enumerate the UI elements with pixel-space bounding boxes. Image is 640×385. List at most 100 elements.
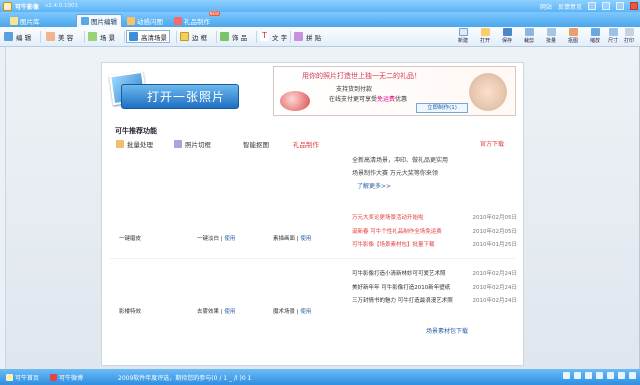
cutout-button[interactable]: 抠图 xyxy=(562,28,584,46)
face-icon xyxy=(46,32,55,41)
tool-edit[interactable]: 编 辑 xyxy=(4,30,31,43)
news-ticker[interactable]: 2009软件年度评选，期待您的参与(0 / 1 _ /l )0 1 xyxy=(118,373,251,382)
home-icon xyxy=(6,374,13,381)
intro-line-2: 场景制作大赛 万元大奖等你来领 xyxy=(352,170,438,177)
close-button[interactable] xyxy=(630,2,638,10)
status-bar: 可牛首页 可牛微博 2009软件年度评选，期待您的参与(0 / 1 _ /l )… xyxy=(0,369,640,385)
tool-collage[interactable]: 拼 贴 xyxy=(294,30,321,43)
app-name: 可牛影像 xyxy=(15,3,40,11)
open-photo-label: 打开一张照片 xyxy=(121,84,239,109)
tool-hd-scene[interactable]: 高清场景 xyxy=(126,30,170,43)
news-item[interactable]: 诞新春 可牛个性礼品制作全场免运费 2010年02月05日 xyxy=(352,227,517,235)
title-bar: 可牛影像 v2.4.0.1001 网站 反馈意见 xyxy=(0,0,640,12)
maximize-button[interactable] xyxy=(616,2,624,10)
minimize-button[interactable] xyxy=(602,2,610,10)
save-icon xyxy=(502,28,512,36)
tab-gift[interactable]: 礼品制作 NEW xyxy=(170,11,220,27)
dehaze-effect: 去雾效果 | 使用 xyxy=(197,309,236,315)
cake-image xyxy=(280,91,310,111)
new-icon xyxy=(458,28,468,36)
batch-button[interactable]: 批量 xyxy=(540,28,562,46)
scene-pack-download-link[interactable]: 场景素材包下载 xyxy=(426,326,468,335)
feature-frame[interactable]: 照片切框 xyxy=(174,139,211,149)
sketch-effect: 素描画面 | 使用 xyxy=(273,236,312,242)
edit-icon xyxy=(4,32,13,41)
print-icon xyxy=(624,28,634,36)
compare-icon[interactable] xyxy=(607,372,614,379)
text-icon: T xyxy=(260,32,269,41)
resize-icon xyxy=(590,28,600,36)
rotate-left-icon[interactable] xyxy=(585,372,592,379)
tab-edit[interactable]: 图片编辑 xyxy=(76,14,122,27)
use-link[interactable]: 使用 xyxy=(224,309,235,315)
news-item[interactable]: 可牛影像打造小清新林妙可可爱艺术照 2010年02月24日 xyxy=(352,269,517,277)
use-link[interactable]: 使用 xyxy=(300,309,311,315)
skin-icon[interactable] xyxy=(588,2,596,10)
cutout-icon xyxy=(568,28,578,36)
gift-banner[interactable]: 用你的照片打造世上独一无二的礼品！ 支持货到付款 在线支付更可享受免运费优惠 立… xyxy=(273,66,516,116)
scene-icon xyxy=(88,32,97,41)
recommend-title: 可牛推荐功能 xyxy=(115,127,157,135)
one-click-white: 一键淡白 | 使用 xyxy=(197,236,236,242)
zoom-fit-icon[interactable] xyxy=(563,372,570,379)
learn-more-link[interactable]: 了解更多>> xyxy=(357,181,391,190)
baby-photo xyxy=(469,73,507,111)
new-badge: NEW xyxy=(208,11,220,16)
use-link[interactable]: 使用 xyxy=(224,236,235,242)
open-button[interactable]: 打开 xyxy=(474,28,496,46)
flash-icon xyxy=(127,16,135,25)
news-item[interactable]: 美好新年年 可牛影像打造2010新年壁纸 2010年02月24日 xyxy=(352,283,517,291)
collage-icon xyxy=(294,32,303,41)
intro-line-1: 全新高清场景，冲印、做礼品更实用 xyxy=(352,157,449,164)
left-scrollbar[interactable] xyxy=(0,47,6,369)
magic-scene: 魔术场景 | 使用 xyxy=(273,309,312,315)
make-now-button[interactable]: 立即制作(1) xyxy=(416,103,468,113)
tool-beauty[interactable]: 美 容 xyxy=(46,30,73,43)
delete-icon[interactable] xyxy=(629,372,636,379)
frame-feature-icon xyxy=(174,139,182,148)
website-link[interactable]: 网站 xyxy=(540,2,552,11)
frame-icon xyxy=(180,32,189,41)
main-tabs: 图片库 图片编辑 动感闪图 礼品制作 NEW xyxy=(0,11,640,27)
accessory-icon xyxy=(220,32,229,41)
official-download-link[interactable]: 官方下载 xyxy=(480,139,504,148)
size-icon xyxy=(608,28,618,36)
batch-feature-icon xyxy=(116,139,124,148)
app-version: v2.4.0.1001 xyxy=(45,3,79,9)
save-button[interactable]: 保存 xyxy=(496,28,518,46)
news-item[interactable]: 万元大奖论更场景活动开始啦 2010年02月05日 xyxy=(352,213,517,221)
fullscreen-icon[interactable] xyxy=(618,372,625,379)
open-folder-icon xyxy=(480,28,490,36)
rotate-right-icon[interactable] xyxy=(596,372,603,379)
tab-flash[interactable]: 动感闪图 xyxy=(123,14,167,27)
weibo-link[interactable]: 可牛微博 xyxy=(50,373,83,382)
use-link[interactable]: 使用 xyxy=(300,236,311,242)
crop-button[interactable]: 裁剪 xyxy=(518,28,540,46)
banner-headline: 用你的照片打造世上独一无二的礼品！ xyxy=(302,72,421,80)
new-button[interactable]: 新建 xyxy=(452,28,474,46)
weibo-icon xyxy=(50,374,57,381)
open-photo-button[interactable]: 打开一张照片 xyxy=(107,69,241,114)
folder-icon xyxy=(10,16,18,25)
feature-gift[interactable]: 礼品制作 xyxy=(293,139,319,149)
print-button[interactable]: 打印 xyxy=(618,28,640,46)
news-item[interactable]: 可牛影像【场景素材包】批量下载 2010年01月25日 xyxy=(352,240,517,248)
batch-icon xyxy=(546,28,556,36)
banner-promo: 在线支付更可享受免运费优惠 xyxy=(329,96,408,103)
tool-accessory[interactable]: 饰 品 xyxy=(220,30,247,43)
tab-library[interactable]: 图片库 xyxy=(6,14,44,27)
feature-cutout[interactable]: 智能抠图 xyxy=(243,139,269,149)
news-item[interactable]: 三万封情书的魅力 可牛打造最浪漫艺术照 2010年02月24日 xyxy=(352,296,517,304)
edit-toolbar: 编 辑 美 容 场 景 高清场景 边 框 饰 品 T 文 字 拼 贴 新建 打开 xyxy=(0,27,640,47)
tool-scene[interactable]: 场 景 xyxy=(88,30,115,43)
studio-effect-label: 影楼特效 xyxy=(119,309,142,315)
home-link[interactable]: 可牛首页 xyxy=(6,373,39,382)
zoom-actual-icon[interactable] xyxy=(574,372,581,379)
banner-cod: 支持货到付款 xyxy=(336,86,373,93)
feedback-link[interactable]: 反馈意见 xyxy=(558,2,582,11)
tool-text[interactable]: T 文 字 xyxy=(260,30,287,43)
feature-batch[interactable]: 批量处理 xyxy=(116,139,153,149)
divider xyxy=(110,258,515,259)
tool-frame[interactable]: 边 框 xyxy=(180,30,207,43)
crop-icon xyxy=(524,28,534,36)
